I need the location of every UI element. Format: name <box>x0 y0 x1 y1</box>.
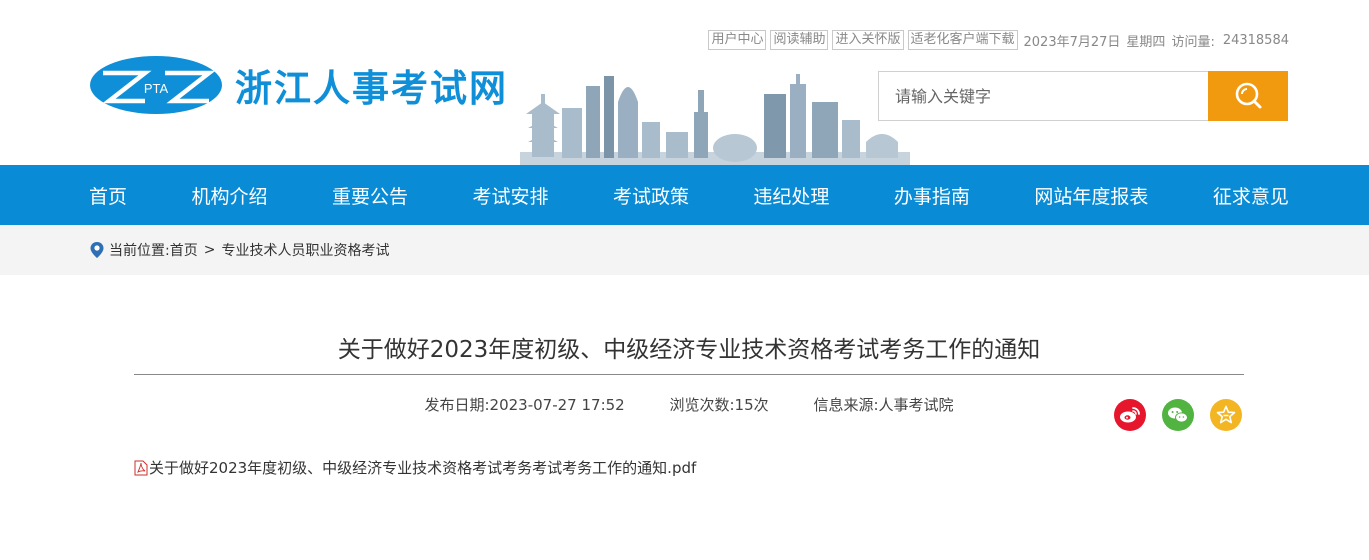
weibo-icon <box>1120 407 1140 423</box>
site-header: 用户中心 阅读辅助 进入关怀版 适老化客户端下载 2023年7月27日 星期四 … <box>0 0 1369 165</box>
share-wechat-button[interactable] <box>1162 399 1194 431</box>
location-pin-icon <box>90 242 104 258</box>
star-icon <box>1216 405 1236 424</box>
view-count: 浏览次数:15次 <box>669 396 769 414</box>
publish-date: 发布日期:2023-07-27 17:52 <box>424 396 625 414</box>
logo-badge-text: PTA <box>144 81 169 96</box>
visit-label: 访问量: <box>1171 34 1215 50</box>
site-logo[interactable]: PTA 浙江人事考试网 <box>89 55 508 115</box>
nav-item-annual-report[interactable]: 网站年度报表 <box>1034 182 1148 209</box>
search-input[interactable] <box>878 71 1208 121</box>
breadcrumb-current-link[interactable]: 专业技术人员职业资格考试 <box>221 240 389 260</box>
reading-assist-link[interactable]: 阅读辅助 <box>770 30 829 50</box>
search-bar <box>878 71 1288 121</box>
user-center-link[interactable]: 用户中心 <box>708 30 767 50</box>
wechat-icon <box>1168 407 1188 423</box>
breadcrumb-label: 当前位置: <box>109 243 170 259</box>
nav-item-home[interactable]: 首页 <box>89 182 127 209</box>
nav-item-exam-policy[interactable]: 考试政策 <box>613 182 689 209</box>
article-meta-row: 发布日期:2023-07-27 17:52 浏览次数:15次 信息来源:人事考试… <box>134 375 1244 435</box>
search-button[interactable] <box>1208 71 1288 121</box>
article-meta: 发布日期:2023-07-27 17:52 浏览次数:15次 信息来源:人事考试… <box>134 394 1244 415</box>
nav-item-announcements[interactable]: 重要公告 <box>332 182 408 209</box>
share-weibo-button[interactable] <box>1114 399 1146 431</box>
pta-logo-icon: PTA <box>90 56 222 114</box>
breadcrumb-separator: > <box>203 242 216 258</box>
search-icon <box>1235 82 1262 109</box>
nav-item-exam-schedule[interactable]: 考试安排 <box>472 182 548 209</box>
care-mode-link[interactable]: 进入关怀版 <box>832 30 904 50</box>
breadcrumb-home-link[interactable]: 首页 <box>170 240 198 260</box>
current-weekday: 星期四 <box>1126 34 1166 50</box>
nav-item-service-guide[interactable]: 办事指南 <box>894 182 970 209</box>
attachment-row: 关于做好2023年度初级、中级经济专业技术资格考试考务考试考务工作的通知.pdf <box>134 457 1244 478</box>
city-skyline-illustration <box>520 74 910 165</box>
favorite-button[interactable] <box>1210 399 1242 431</box>
nav-list: 首页 机构介绍 重要公告 考试安排 考试政策 违纪处理 办事指南 网站年度报表 … <box>89 165 1289 225</box>
site-title: 浙江人事考试网 <box>235 67 508 110</box>
article-title: 关于做好2023年度初级、中级经济专业技术资格考试考务工作的通知 <box>337 337 1041 363</box>
visit-count: 24318584 <box>1222 32 1289 48</box>
info-source: 信息来源:人事考试院 <box>813 396 954 414</box>
elderly-client-download-link[interactable]: 适老化客户端下载 <box>907 30 1018 50</box>
breadcrumb-bar: 当前位置: 首页 > 专业技术人员职业资格考试 <box>0 225 1369 275</box>
share-buttons <box>1098 399 1242 431</box>
article: 关于做好2023年度初级、中级经济专业技术资格考试考务工作的通知 发布日期:20… <box>134 275 1244 478</box>
main-nav: 首页 机构介绍 重要公告 考试安排 考试政策 违纪处理 办事指南 网站年度报表 … <box>0 165 1369 225</box>
attachment-pdf-link[interactable]: 关于做好2023年度初级、中级经济专业技术资格考试考务考试考务工作的通知.pdf <box>149 457 696 478</box>
nav-item-about[interactable]: 机构介绍 <box>191 182 267 209</box>
current-date: 2023年7月27日 <box>1023 34 1121 50</box>
pdf-file-icon <box>134 460 148 475</box>
nav-item-violation-handling[interactable]: 违纪处理 <box>753 182 829 209</box>
breadcrumb: 当前位置: 首页 > 专业技术人员职业资格考试 <box>89 225 389 275</box>
nav-item-feedback[interactable]: 征求意见 <box>1213 182 1289 209</box>
top-utility-bar: 用户中心 阅读辅助 进入关怀版 适老化客户端下载 2023年7月27日 星期四 … <box>704 30 1289 50</box>
